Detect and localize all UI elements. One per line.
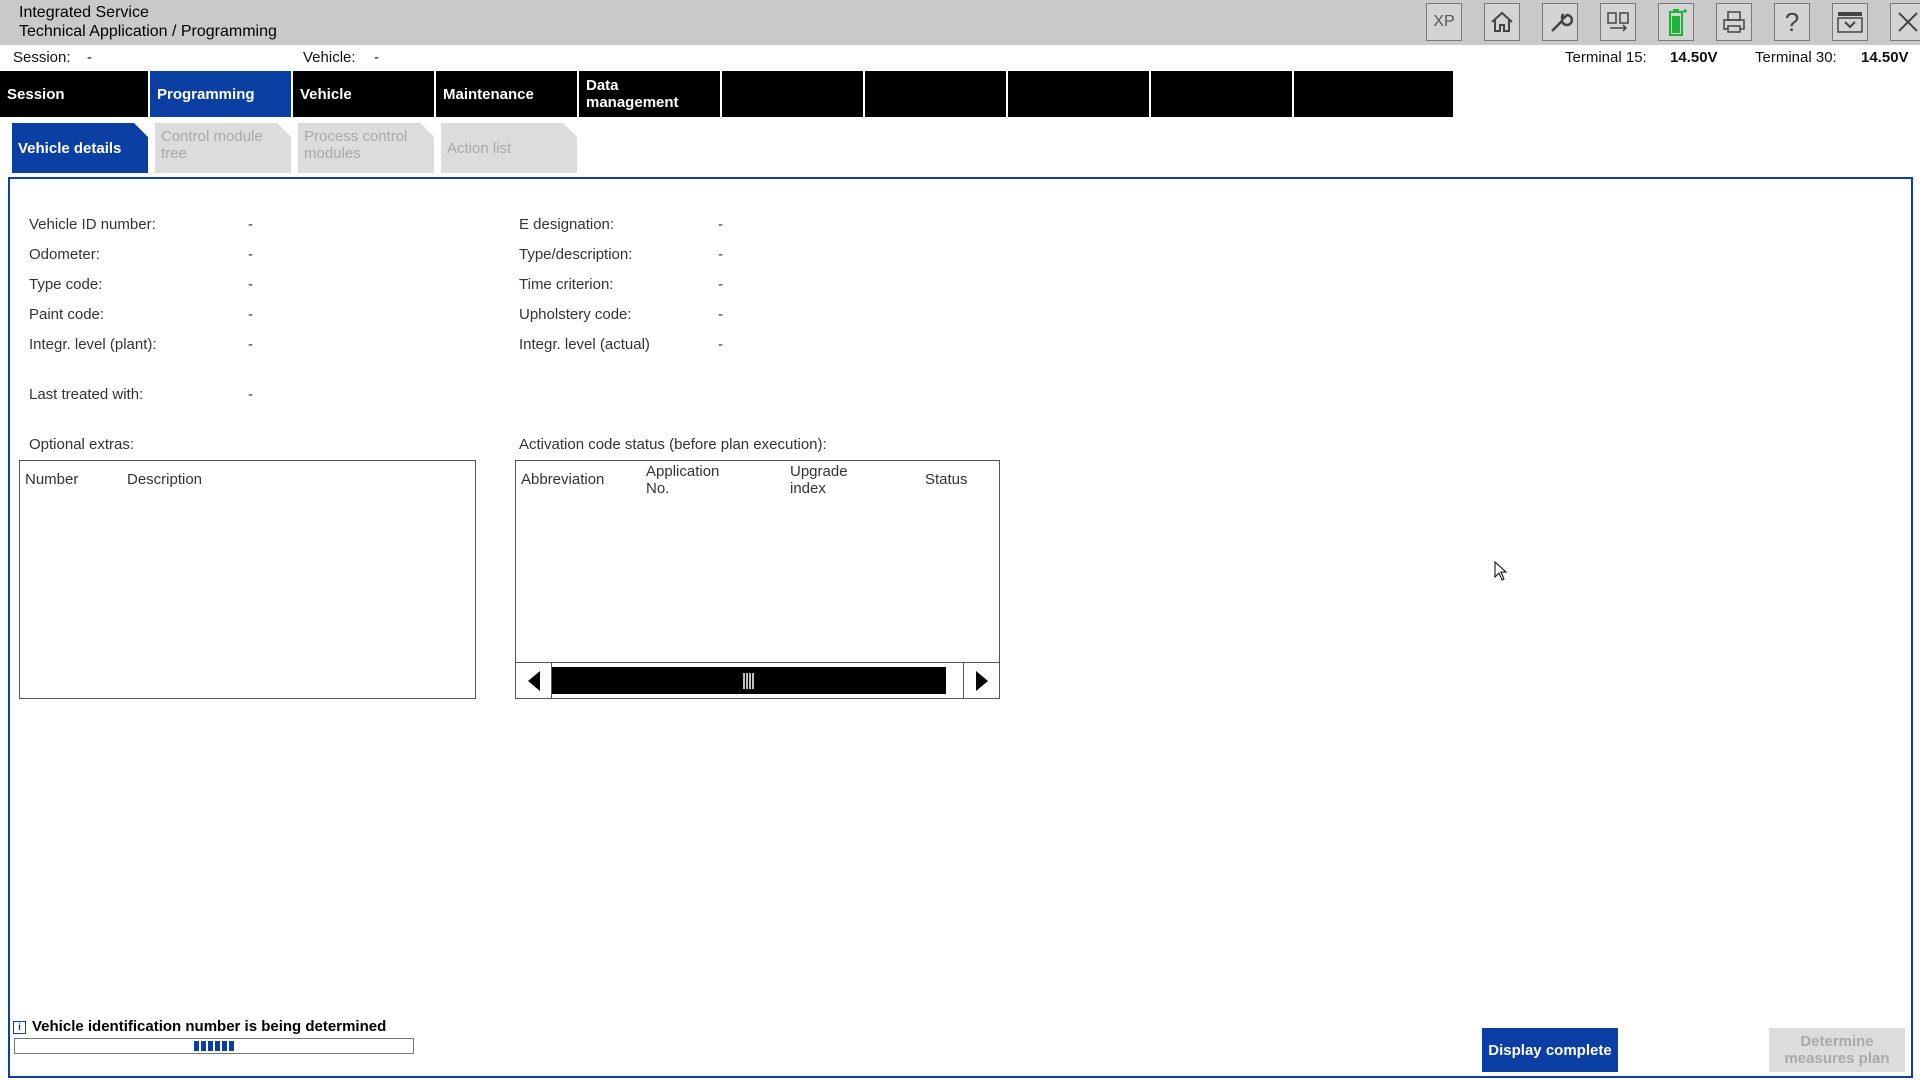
subtab-action-list[interactable]: Action list — [441, 123, 577, 173]
xp-button[interactable]: XP — [1426, 3, 1462, 41]
info-icon: i — [13, 1020, 26, 1034]
xp-icon: XP — [1433, 13, 1455, 30]
integr-level-plant-label: Integr. level (plant): — [29, 336, 157, 353]
display-complete-button[interactable]: Display complete — [1482, 1028, 1618, 1072]
last-treated-label: Last treated with: — [29, 386, 144, 403]
connection-icon — [1605, 9, 1631, 35]
type-description-label: Type/description: — [519, 246, 633, 263]
home-button[interactable] — [1484, 3, 1520, 41]
optional-extras-title: Optional extras: — [29, 436, 135, 453]
type-code-value: - — [248, 276, 253, 293]
wrench-icon — [1547, 9, 1573, 35]
odometer-label: Odometer: — [29, 246, 100, 263]
status-text: Vehicle identification number is being d… — [32, 1018, 387, 1035]
status-message: i Vehicle identification number is being … — [13, 1018, 386, 1035]
tab-programming[interactable]: Programming — [150, 71, 291, 117]
arrow-left-icon — [527, 670, 540, 691]
arrow-right-icon — [975, 670, 988, 691]
tab-data-management[interactable]: Data management — [579, 71, 720, 117]
column-header-status[interactable]: Status — [925, 471, 968, 488]
column-header-upgrade-index[interactable]: Upgrade index — [790, 463, 848, 497]
time-criterion-value: - — [718, 276, 723, 293]
subtab-process-control-modules[interactable]: Process control modules — [298, 123, 434, 173]
mouse-cursor-icon — [1494, 560, 1508, 586]
tab-session[interactable]: Session — [0, 71, 148, 117]
column-header-abbreviation[interactable]: Abbreviation — [521, 471, 604, 488]
app-title-line1: Integrated Service — [19, 4, 149, 21]
tools-button[interactable] — [1542, 3, 1578, 41]
paint-code-label: Paint code: — [29, 306, 105, 323]
help-button[interactable]: ? — [1774, 3, 1810, 41]
home-icon — [1489, 9, 1515, 35]
integr-level-plant-value: - — [248, 336, 253, 353]
upholstery-code-label: Upholstery code: — [519, 306, 632, 323]
scroll-right-button[interactable] — [963, 663, 999, 698]
terminal15-label: Terminal 15: — [1565, 49, 1647, 66]
e-designation-value: - — [718, 216, 723, 233]
e-designation-label: E designation: — [519, 216, 615, 233]
app-title: Integrated Service Technical Application… — [19, 3, 277, 41]
tab-empty-5 — [1294, 71, 1453, 117]
battery-button[interactable] — [1658, 3, 1694, 41]
session-value: - — [87, 49, 92, 66]
integr-level-actual-label: Integr. level (actual) — [519, 336, 650, 353]
terminal30-value: 14.50V — [1861, 49, 1909, 66]
column-header-description[interactable]: Description — [127, 471, 202, 488]
app-title-line2: Technical Application / Programming — [19, 23, 277, 40]
close-button[interactable] — [1890, 3, 1920, 41]
print-icon — [1721, 9, 1747, 35]
info-bar: Session: - Vehicle: - Terminal 15: 14.50… — [0, 45, 1920, 71]
connection-button[interactable] — [1600, 3, 1636, 41]
scroll-left-button[interactable] — [516, 663, 552, 698]
terminal30-label: Terminal 30: — [1755, 49, 1837, 66]
column-header-application-no[interactable]: Application No. — [646, 463, 719, 497]
help-icon: ? — [1784, 6, 1800, 37]
battery-icon — [1663, 7, 1689, 37]
vehicle-id-value: - — [248, 216, 253, 233]
determine-measures-plan-button[interactable]: Determine measures plan — [1769, 1028, 1905, 1072]
integr-level-actual-value: - — [718, 336, 723, 353]
column-header-number[interactable]: Number — [25, 471, 78, 488]
activation-status-title: Activation code status (before plan exec… — [519, 436, 827, 453]
menu-button[interactable] — [1832, 3, 1868, 41]
scrollbar-thumb[interactable] — [552, 667, 946, 694]
subtab-control-module-tree[interactable]: Control module tree — [155, 123, 291, 173]
tab-vehicle[interactable]: Vehicle — [293, 71, 434, 117]
subtab-vehicle-details[interactable]: Vehicle details — [12, 123, 148, 173]
tab-maintenance[interactable]: Maintenance — [436, 71, 577, 117]
tab-empty-2 — [865, 71, 1006, 117]
vehicle-label: Vehicle: — [303, 49, 356, 66]
tab-empty-4 — [1151, 71, 1292, 117]
grip-icon — [743, 672, 754, 689]
title-bar: Integrated Service Technical Application… — [0, 0, 1920, 45]
horizontal-scrollbar[interactable] — [516, 662, 999, 698]
dropdown-menu-icon — [1836, 9, 1864, 35]
session-label: Session: — [13, 49, 71, 66]
optional-extras-table[interactable]: Number Description — [19, 460, 476, 699]
type-code-label: Type code: — [29, 276, 103, 293]
vehicle-details-panel: Vehicle ID number: - Odometer: - Type co… — [8, 177, 1913, 1078]
print-button[interactable] — [1716, 3, 1752, 41]
last-treated-value: - — [248, 386, 253, 403]
odometer-value: - — [248, 246, 253, 263]
tab-empty-3 — [1008, 71, 1149, 117]
type-description-value: - — [718, 246, 723, 263]
vehicle-value: - — [374, 49, 379, 66]
terminal15-value: 14.50V — [1670, 49, 1718, 66]
upholstery-code-value: - — [718, 306, 723, 323]
paint-code-value: - — [248, 306, 253, 323]
activation-status-table[interactable]: Abbreviation Application No. Upgrade ind… — [515, 460, 1000, 699]
tab-empty-1 — [722, 71, 863, 117]
progress-bar — [14, 1038, 414, 1054]
time-criterion-label: Time criterion: — [519, 276, 614, 293]
close-icon — [1895, 9, 1920, 35]
vehicle-id-label: Vehicle ID number: — [29, 216, 156, 233]
progress-fill — [194, 1041, 234, 1051]
